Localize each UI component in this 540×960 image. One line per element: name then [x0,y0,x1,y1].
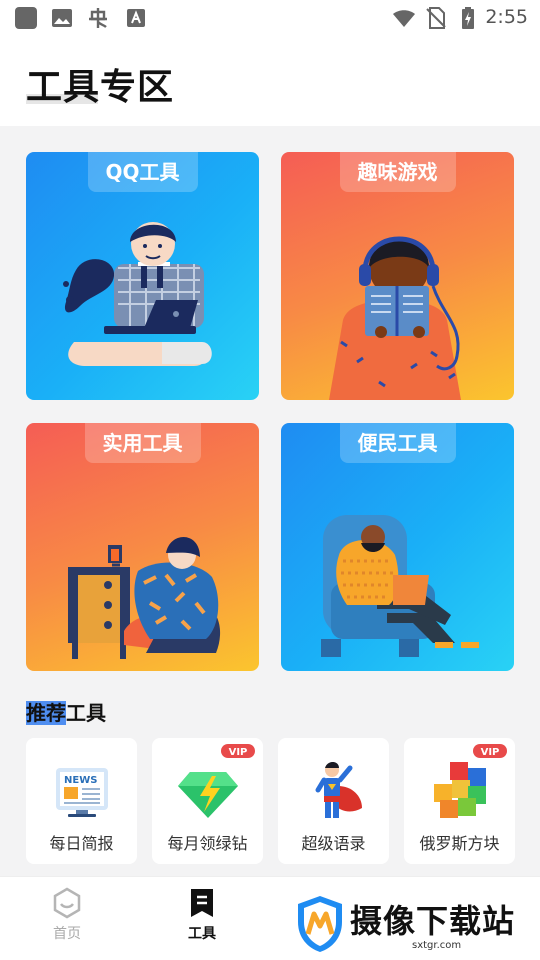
nav-label-home: 首页 [53,926,81,942]
status-bar: 2:55 [0,0,540,36]
tool-card-tetris[interactable]: VIP 俄罗斯方块 [404,738,515,864]
watermark-url: sxtgr.com [412,940,462,951]
category-card-label: 趣味游戏 [339,152,456,192]
nav-label-tools: 工具 [188,926,216,942]
nav-item-home[interactable]: 首页 [27,887,107,943]
shield-logo-icon [298,896,342,952]
person-laptop-illustration [63,222,212,366]
svg-text:VIP: VIP [481,747,500,758]
bug-icon [89,8,107,28]
category-card-convenience-tools[interactable]: 便民工具 [281,423,514,671]
category-card-label: 便民工具 [339,423,456,463]
tool-card-daily-brief[interactable]: NEWS 每日简报 [26,738,137,864]
nav-item-tools[interactable]: 工具 [162,887,242,943]
tetris-blocks-icon [434,762,486,818]
tool-card-monthly-green-diamond[interactable]: VIP 每月领绿钻 [152,738,263,864]
status-time: 2:55 [485,6,528,28]
page-title: 工具专区 [26,67,175,108]
tool-label: 每月领绿钻 [167,834,248,853]
svg-text:VIP: VIP [229,747,248,758]
headphones-reader-illustration [329,236,461,400]
tool-label: 超级语录 [301,834,366,853]
vip-badge: VIP [221,744,255,758]
app-square-icon [15,7,37,29]
woman-sitting-illustration [68,536,221,659]
battery-charging-icon [462,7,474,29]
wifi-icon [393,10,415,27]
tool-card-super-quotes[interactable]: 超级语录 [278,738,389,864]
category-card-label: 实用工具 [84,423,201,463]
font-icon [127,9,145,27]
section-title-recommended: 推荐工具 [26,697,106,726]
vip-badge: VIP [473,744,507,758]
tool-label: 俄罗斯方块 [419,834,500,853]
page-header: 工具专区 [0,36,540,126]
watermark-text: 摄像下载站 [350,902,516,940]
superhero-icon [315,762,362,818]
no-sim-icon [426,7,446,29]
category-card-practical-tools[interactable]: 实用工具 [26,423,259,671]
section-title-rest: 工具 [66,701,106,725]
man-armchair-illustration [321,515,479,657]
green-diamond-icon [178,772,238,818]
image-icon [52,9,72,27]
category-card-qq-tools[interactable]: QQ工具 [26,152,259,400]
tools-icon [191,889,213,917]
watermark: 摄像下载站 sxtgr.com [292,890,540,958]
section-title-highlight: 推荐 [26,701,66,725]
tool-label: 每日简报 [49,834,114,853]
home-icon [53,887,81,919]
news-icon: NEWS [56,768,108,817]
svg-text:NEWS: NEWS [64,775,97,786]
category-card-fun-games[interactable]: 趣味游戏 [281,152,514,400]
category-card-label: QQ工具 [87,152,198,192]
